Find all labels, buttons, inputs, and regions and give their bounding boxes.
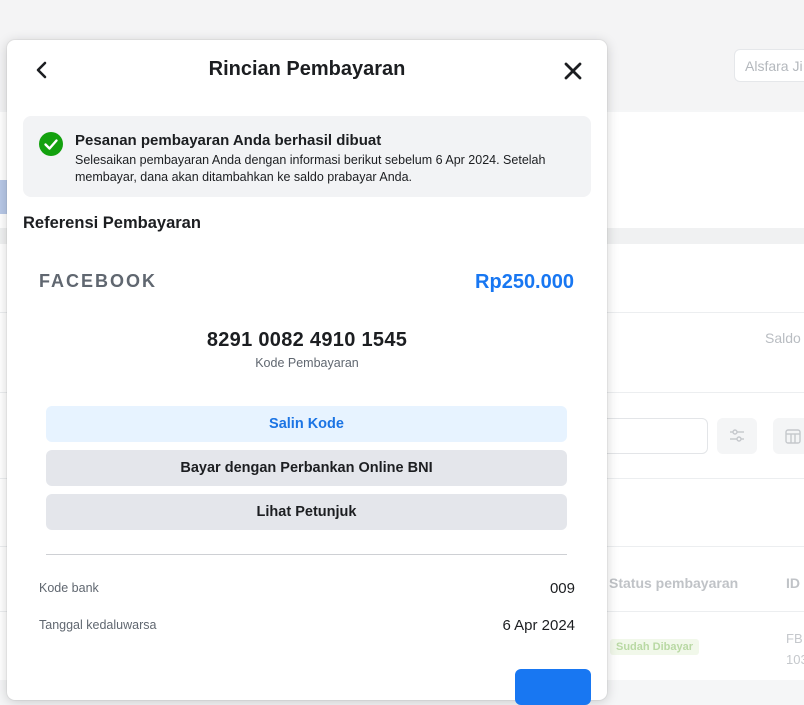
payment-details-modal: Rincian Pembayaran Pesanan pembayaran An… bbox=[7, 40, 607, 705]
divider bbox=[46, 554, 567, 555]
modal-title: Rincian Pembayaran bbox=[208, 58, 406, 80]
table-header-id: ID bbox=[786, 575, 800, 591]
copy-code-button[interactable]: Salin Kode bbox=[46, 406, 567, 442]
bank-code-value: 009 bbox=[549, 580, 575, 597]
background-saldo-label: Saldo bbox=[765, 330, 801, 346]
payment-code: 8291 0082 4910 1545 bbox=[206, 329, 408, 351]
view-instructions-button[interactable]: Lihat Petunjuk bbox=[46, 494, 567, 530]
merchant-name: FACEBOOK bbox=[39, 271, 158, 291]
sliders-icon bbox=[730, 429, 744, 442]
table-header-status: Status pembayaran bbox=[609, 575, 739, 591]
close-icon bbox=[564, 62, 582, 80]
check-circle-icon bbox=[39, 132, 63, 156]
close-button[interactable] bbox=[561, 59, 585, 83]
alert-title: Pesanan pembayaran Anda berhasil dibuat bbox=[75, 132, 382, 149]
status-badge: Sudah Dibayar bbox=[610, 639, 700, 655]
alert-message: Selesaikan pembayaran Anda dengan inform… bbox=[75, 153, 546, 184]
calendar-button[interactable] bbox=[773, 418, 804, 454]
bank-code-label: Kode bank bbox=[39, 581, 99, 595]
background-filter-input[interactable] bbox=[600, 418, 708, 454]
table-cell-id: FB 103 bbox=[786, 631, 804, 667]
background-selection-bar bbox=[0, 180, 7, 214]
calendar-icon bbox=[785, 429, 801, 444]
filter-settings-button[interactable] bbox=[717, 418, 757, 454]
primary-action-button[interactable] bbox=[515, 669, 591, 705]
background-search-input[interactable]: Alsfara Ji bbox=[734, 49, 804, 82]
expiry-date-value: 6 Apr 2024 bbox=[502, 617, 575, 634]
bni-online-banking-button[interactable]: Bayar dengan Perbankan Online BNI bbox=[46, 450, 567, 486]
payment-reference-heading: Referensi Pembayaran bbox=[23, 214, 201, 232]
expiry-date-label: Tanggal kedaluwarsa bbox=[39, 618, 157, 632]
payment-code-label: Kode Pembayaran bbox=[255, 356, 359, 370]
payment-amount: Rp250.000 bbox=[475, 271, 574, 293]
success-alert: Pesanan pembayaran Anda berhasil dibuat … bbox=[23, 116, 591, 197]
